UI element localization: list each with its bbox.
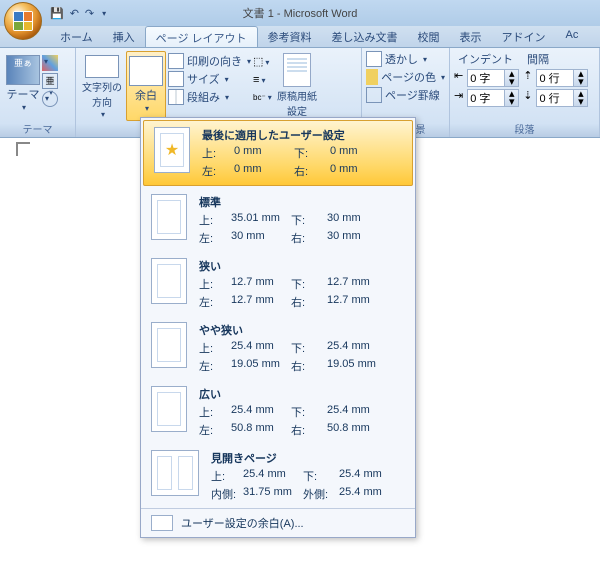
tab-page-layout[interactable]: ページ レイアウト <box>145 26 258 47</box>
watermark-icon <box>366 51 382 67</box>
redo-icon[interactable]: ↷ <box>85 7 94 20</box>
tab-insert[interactable]: 挿入 <box>103 26 145 47</box>
indent-right-icon: ⇥ <box>454 89 463 107</box>
spacing-label: 間隔 <box>527 51 549 67</box>
titlebar: 💾 ↶ ↷ 文書 1 - Microsoft Word <box>0 0 600 26</box>
qat-more-icon[interactable] <box>100 7 106 19</box>
margin-thumb-icon <box>151 258 187 304</box>
tab-review[interactable]: 校閲 <box>408 26 450 47</box>
margin-preset-item[interactable]: 広い 上:25.4 mm下:25.4 mm 左:50.8 mm右:50.8 mm <box>141 380 415 444</box>
theme-fonts-icon[interactable]: 亜 <box>42 73 58 89</box>
size-button[interactable]: サイズ <box>168 71 251 87</box>
breaks-icon[interactable]: ⬚ <box>253 55 269 71</box>
margin-thumb-icon <box>151 194 187 240</box>
columns-button[interactable]: 段組み <box>168 89 251 105</box>
themes-button[interactable]: 亜ぁテーマ <box>4 51 42 121</box>
margins-button[interactable]: 余白 <box>126 51 166 121</box>
tab-addins[interactable]: アドイン <box>492 26 556 47</box>
margin-preset-item[interactable]: 標準 上:35.01 mm下:30 mm 左:30 mm右:30 mm <box>141 188 415 252</box>
line-numbers-icon[interactable]: ≡ <box>253 74 269 90</box>
tab-home[interactable]: ホーム <box>50 26 103 47</box>
margin-thumb-icon <box>151 322 187 368</box>
office-button[interactable] <box>4 2 42 40</box>
custom-margins-item[interactable]: ユーザー設定の余白(A)... <box>141 508 415 537</box>
group-title-theme: テーマ <box>0 121 75 136</box>
spacing-before-input[interactable]: ▴▾ <box>536 69 588 87</box>
custom-margins-icon <box>151 515 173 531</box>
columns-icon <box>168 89 184 105</box>
tab-references[interactable]: 参考資料 <box>258 26 322 47</box>
margin-thumb-icon <box>154 127 190 173</box>
spacing-before-icon: ⇡ <box>523 69 532 87</box>
preset-title: やや狭い <box>199 322 405 338</box>
margin-preset-item[interactable]: 見開きページ 上:25.4 mm下:25.4 mm 内側:31.75 mm外側:… <box>141 444 415 508</box>
hyphenation-icon[interactable]: bc⁻ <box>253 93 269 109</box>
preset-title: 見開きページ <box>211 450 405 466</box>
spacing-after-icon: ⇣ <box>523 89 532 107</box>
save-icon[interactable]: 💾 <box>50 7 64 20</box>
margin-corner-icon <box>16 142 30 156</box>
margin-preset-item[interactable]: 狭い 上:12.7 mm下:12.7 mm 左:12.7 mm右:12.7 mm <box>141 252 415 316</box>
watermark-button[interactable]: 透かし <box>366 51 445 67</box>
ribbon-tabs: ホーム 挿入 ページ レイアウト 参考資料 差し込み文書 校閲 表示 アドイン … <box>0 26 600 48</box>
genko-icon <box>283 53 311 87</box>
group-title-para: 段落 <box>450 121 599 136</box>
theme-effects-icon[interactable] <box>42 91 58 107</box>
page-color-button[interactable]: ページの色 <box>366 69 445 85</box>
indent-left-icon: ⇤ <box>454 69 463 87</box>
tab-view[interactable]: 表示 <box>450 26 492 47</box>
preset-title: 最後に適用したユーザー設定 <box>202 127 402 143</box>
orientation-button[interactable]: 印刷の向き <box>168 53 251 69</box>
indent-label: インデント <box>458 51 513 67</box>
tab-mailings[interactable]: 差し込み文書 <box>322 26 408 47</box>
quick-access-toolbar: 💾 ↶ ↷ <box>50 7 106 20</box>
page-border-button[interactable]: ページ罫線 <box>366 87 445 103</box>
margin-thumb-icon <box>151 450 199 496</box>
window-title: 文書 1 - Microsoft Word <box>243 5 358 21</box>
genko-button[interactable]: 原稿用紙 設定 <box>275 51 319 121</box>
preset-title: 標準 <box>199 194 405 210</box>
theme-colors-icon[interactable] <box>42 55 58 71</box>
spacing-after-input[interactable]: ▴▾ <box>536 89 588 107</box>
margin-preset-item[interactable]: 最後に適用したユーザー設定 上:0 mm下:0 mm 左:0 mm右:0 mm <box>143 120 413 186</box>
preset-title: 狭い <box>199 258 405 274</box>
page-border-icon <box>366 87 382 103</box>
tab-acrobat[interactable]: Ac <box>556 26 589 47</box>
text-direction-button[interactable]: 文字列の 方向 <box>80 51 124 121</box>
orientation-icon <box>168 53 184 69</box>
size-icon <box>168 71 184 87</box>
undo-icon[interactable]: ↶ <box>70 7 79 20</box>
margin-preset-item[interactable]: やや狭い 上:25.4 mm下:25.4 mm 左:19.05 mm右:19.0… <box>141 316 415 380</box>
indent-left-input[interactable]: ▴▾ <box>467 69 519 87</box>
margins-dropdown: 最後に適用したユーザー設定 上:0 mm下:0 mm 左:0 mm右:0 mm … <box>140 117 416 538</box>
preset-title: 広い <box>199 386 405 402</box>
page-color-icon <box>366 69 378 85</box>
indent-right-input[interactable]: ▴▾ <box>467 89 519 107</box>
margin-thumb-icon <box>151 386 187 432</box>
